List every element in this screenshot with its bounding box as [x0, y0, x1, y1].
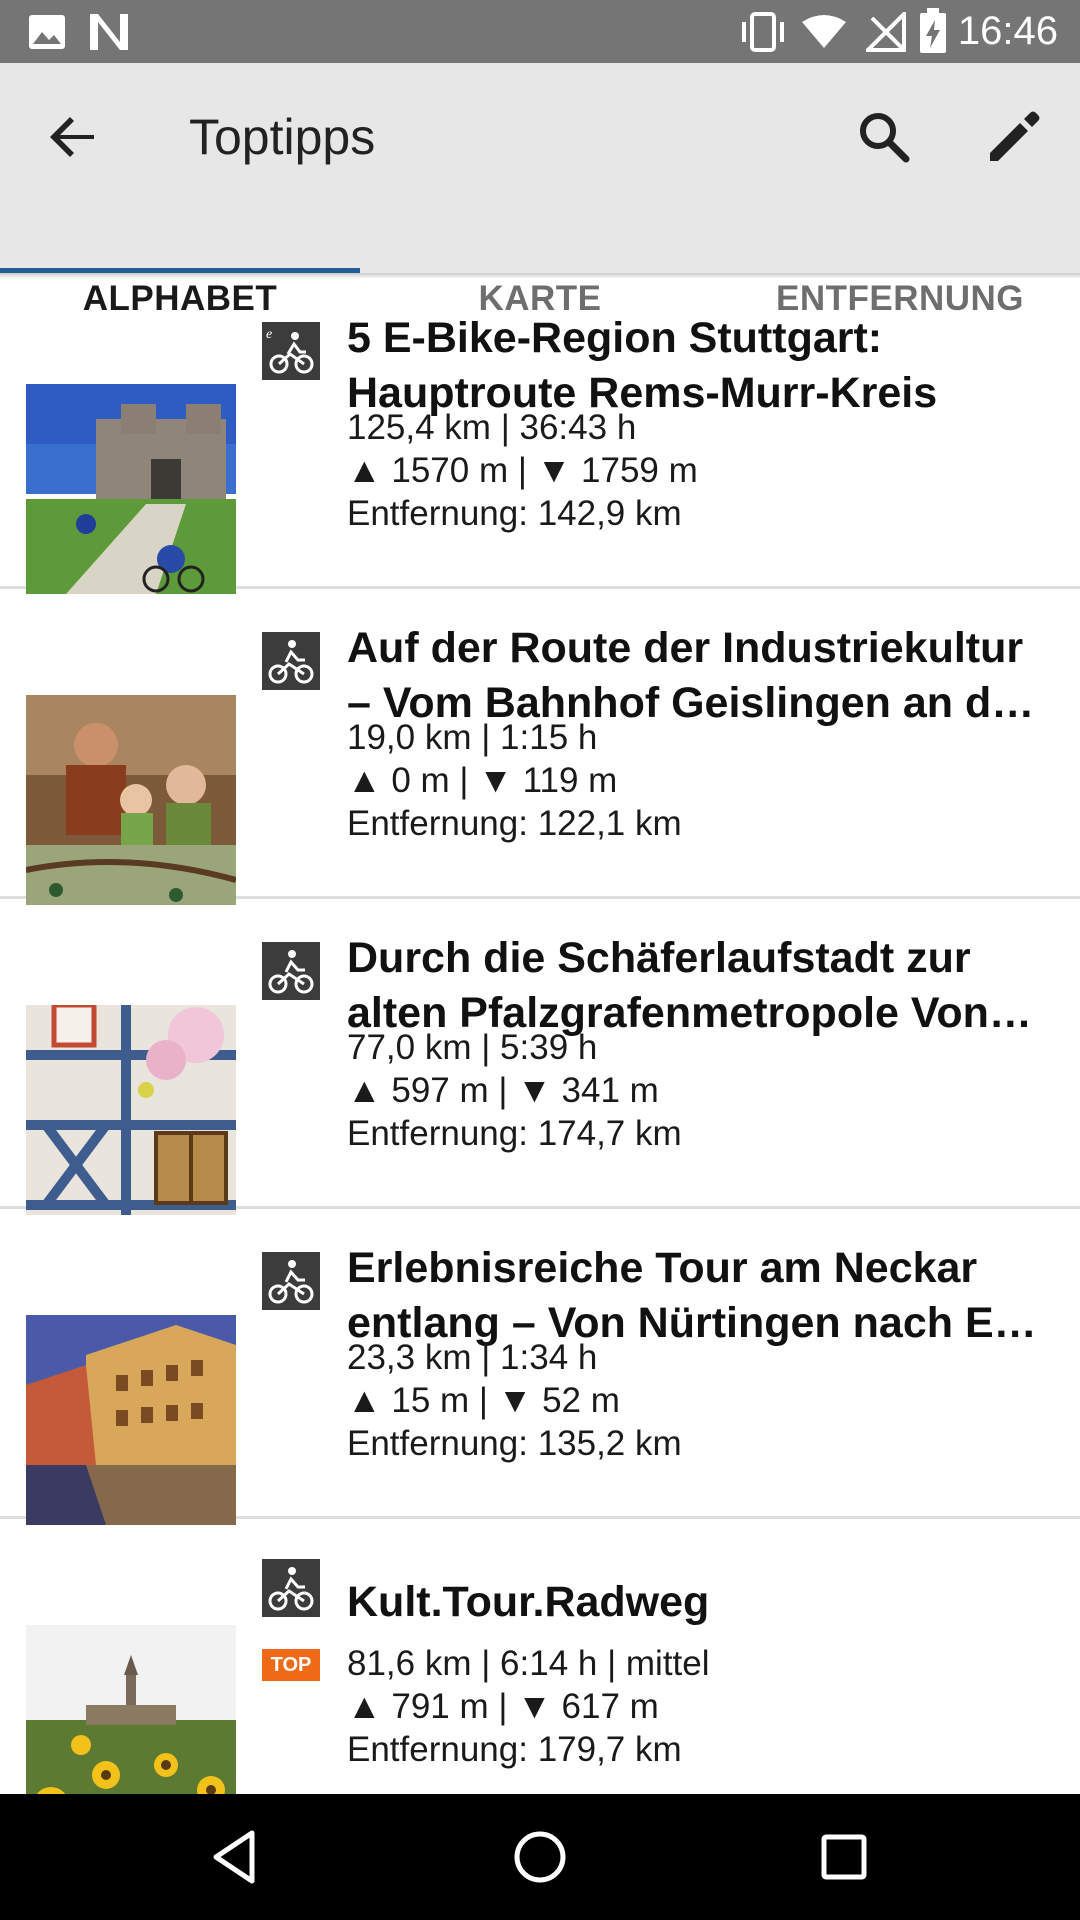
vibrate-icon: [742, 12, 784, 52]
tour-distance: Entfernung: 179,7 km: [347, 1730, 682, 1769]
search-icon[interactable]: [850, 103, 918, 171]
tour-title[interactable]: Durch die Schäferlaufstadt zur alten Pfa…: [347, 931, 1057, 1041]
tour-distance: Entfernung: 122,1 km: [347, 804, 682, 843]
tour-distance: Entfernung: 174,7 km: [347, 1114, 682, 1153]
tour-thumbnail: [26, 695, 236, 905]
list-item[interactable]: Erlebnisreiche Tour am Neckar entlang – …: [0, 1209, 1080, 1525]
tour-stats: 19,0 km | 1:15 h: [347, 718, 598, 757]
bicycle-icon: [262, 632, 320, 690]
list-item[interactable]: TOP Kult.Tour.Radweg 81,6 km | 6:14 h | …: [0, 1519, 1080, 1794]
tour-stats: 77,0 km | 5:39 h: [347, 1028, 598, 1067]
tour-thumbnail: [26, 384, 236, 594]
tour-title-line-1: 5 E-Bike-Region Stuttgart:: [347, 314, 883, 362]
system-nav-bar: [0, 1794, 1080, 1920]
tour-stats: 125,4 km | 36:43 h: [347, 408, 637, 447]
tour-distance: Entfernung: 142,9 km: [347, 494, 682, 533]
tour-elevation: ▲ 0 m | ▼ 119 m: [347, 761, 618, 800]
tour-distance: Entfernung: 135,2 km: [347, 1424, 682, 1463]
wifi-icon: [802, 15, 846, 48]
tour-elevation: ▲ 1570 m | ▼ 1759 m: [347, 451, 698, 490]
tour-thumbnail: [26, 1625, 236, 1794]
page-title: Toptipps: [189, 109, 376, 165]
tour-title-line-1: Erlebnisreiche Tour am Neckar: [347, 1244, 978, 1292]
top-badge: TOP: [262, 1649, 320, 1681]
tour-title-line-1: Durch die Schäferlaufstadt zur: [347, 934, 971, 982]
back-triangle-icon[interactable]: [204, 1825, 268, 1889]
tour-elevation: ▲ 15 m | ▼ 52 m: [347, 1381, 620, 1420]
list-item[interactable]: Auf der Route der Industriekultur – Vom …: [0, 589, 1080, 905]
app-bar: Toptipps ALPHABET KARTE ENTFERNUNG: [0, 63, 1080, 318]
tour-list[interactable]: e 5 E-Bike-Region Stuttgart: Hauptroute …: [0, 279, 1080, 1794]
no-signal-icon: [866, 12, 906, 52]
svg-text:e: e: [266, 327, 272, 342]
n-icon: [90, 14, 128, 50]
status-bar: 16:46: [0, 0, 1080, 63]
bicycle-icon: [262, 1559, 320, 1617]
tour-title[interactable]: Auf der Route der Industriekultur – Vom …: [347, 621, 1057, 731]
list-item[interactable]: Durch die Schäferlaufstadt zur alten Pfa…: [0, 899, 1080, 1215]
tour-elevation: ▲ 791 m | ▼ 617 m: [347, 1687, 659, 1726]
tour-stats: 23,3 km | 1:34 h: [347, 1338, 598, 1377]
bicycle-icon: [262, 942, 320, 1000]
recents-square-icon[interactable]: [812, 1825, 876, 1889]
home-circle-icon[interactable]: [508, 1825, 572, 1889]
tour-thumbnail: [26, 1005, 236, 1215]
tour-title[interactable]: Kult.Tour.Radweg: [347, 1575, 1057, 1630]
tour-elevation: ▲ 597 m | ▼ 341 m: [347, 1071, 659, 1110]
edit-pencil-icon[interactable]: [980, 103, 1048, 171]
image-icon: [29, 15, 65, 49]
bicycle-icon: [262, 1252, 320, 1310]
e-bike-icon: e: [262, 322, 320, 380]
tour-title-line-1: Kult.Tour.Radweg: [347, 1578, 710, 1626]
back-arrow-icon[interactable]: [40, 103, 108, 171]
tour-title[interactable]: 5 E-Bike-Region Stuttgart: Hauptroute Re…: [347, 311, 1057, 421]
tour-title-line-1: Auf der Route der Industriekultur: [347, 624, 1024, 672]
battery-charging-icon: [920, 8, 946, 53]
tour-thumbnail: [26, 1315, 236, 1525]
status-time: 16:46: [957, 9, 1058, 53]
tour-stats: 81,6 km | 6:14 h | mittel: [347, 1644, 710, 1683]
list-item[interactable]: e 5 E-Bike-Region Stuttgart: Hauptroute …: [0, 279, 1080, 594]
tour-title[interactable]: Erlebnisreiche Tour am Neckar entlang – …: [347, 1241, 1057, 1351]
